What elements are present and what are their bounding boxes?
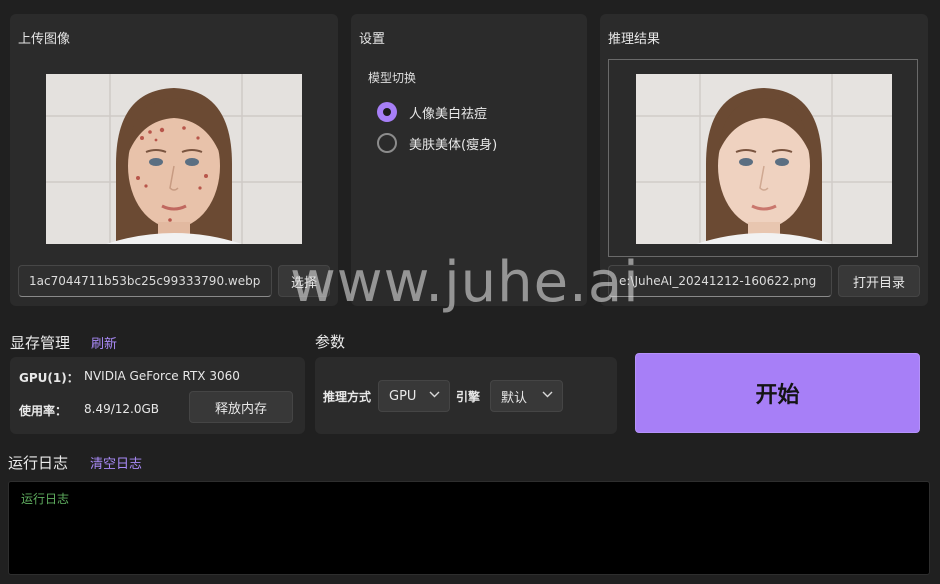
settings-panel-title: 设置 [359,32,386,47]
model-switch-label: 模型切换 [368,71,417,85]
refresh-link[interactable]: 刷新 [91,333,117,352]
select-file-button[interactable]: 选择 [278,265,330,297]
clear-log-link[interactable]: 清空日志 [90,453,142,472]
radio-option-whitening[interactable]: 人像美白祛痘 [377,100,487,124]
chevron-down-icon [429,391,440,398]
upload-panel: 上传图像 1ac7044711b53bc25c99333790.webp 选择 [10,14,338,306]
open-directory-button[interactable]: 打开目录 [838,265,920,297]
chevron-down-icon [542,391,553,398]
result-image-preview [636,74,892,244]
inference-label: 推理方式 [323,390,372,404]
memory-panel: GPU(1)： NVIDIA GeForce RTX 3060 使用率： 8.4… [10,357,305,434]
engine-label: 引擎 [456,390,481,404]
radio-label: 人像美白祛痘 [409,106,488,122]
inference-mode-value: GPU [389,388,417,404]
radio-checked-icon [377,102,397,122]
memory-section-title: 显存管理 [10,334,71,352]
settings-panel: 设置 模型切换 人像美白祛痘 美肤美体(瘦身) [351,14,587,306]
engine-value: 默认 [501,390,528,406]
usage-label: 使用率： [19,404,68,418]
input-image-preview [46,74,302,244]
input-file-path[interactable]: 1ac7044711b53bc25c99333790.webp [18,265,272,297]
upload-panel-title: 上传图像 [18,32,71,47]
gpu-label: GPU(1)： [19,371,79,385]
radio-unchecked-icon [377,133,397,153]
params-section-title: 参数 [315,333,346,351]
release-memory-button[interactable]: 释放内存 [189,391,293,423]
gpu-name: NVIDIA GeForce RTX 3060 [84,369,240,383]
result-panel-title: 推理结果 [608,32,661,47]
engine-select[interactable]: 默认 [490,380,563,412]
radio-label: 美肤美体(瘦身) [409,137,498,153]
params-panel: 推理方式 GPU 引擎 默认 [315,357,617,434]
radio-option-body[interactable]: 美肤美体(瘦身) [377,131,497,155]
log-text: 运行日志 [21,492,70,506]
log-output[interactable]: 运行日志 [8,481,930,575]
result-panel: 推理结果 e:\JuheAI_20241212-160622.png 打开目录 [600,14,928,306]
start-button[interactable]: 开始 [635,353,920,433]
log-section-title: 运行日志 [8,454,69,472]
output-file-path[interactable]: e:\JuheAI_20241212-160622.png [608,265,832,297]
inference-mode-select[interactable]: GPU [378,380,450,412]
usage-value: 8.49/12.0GB [84,402,160,416]
